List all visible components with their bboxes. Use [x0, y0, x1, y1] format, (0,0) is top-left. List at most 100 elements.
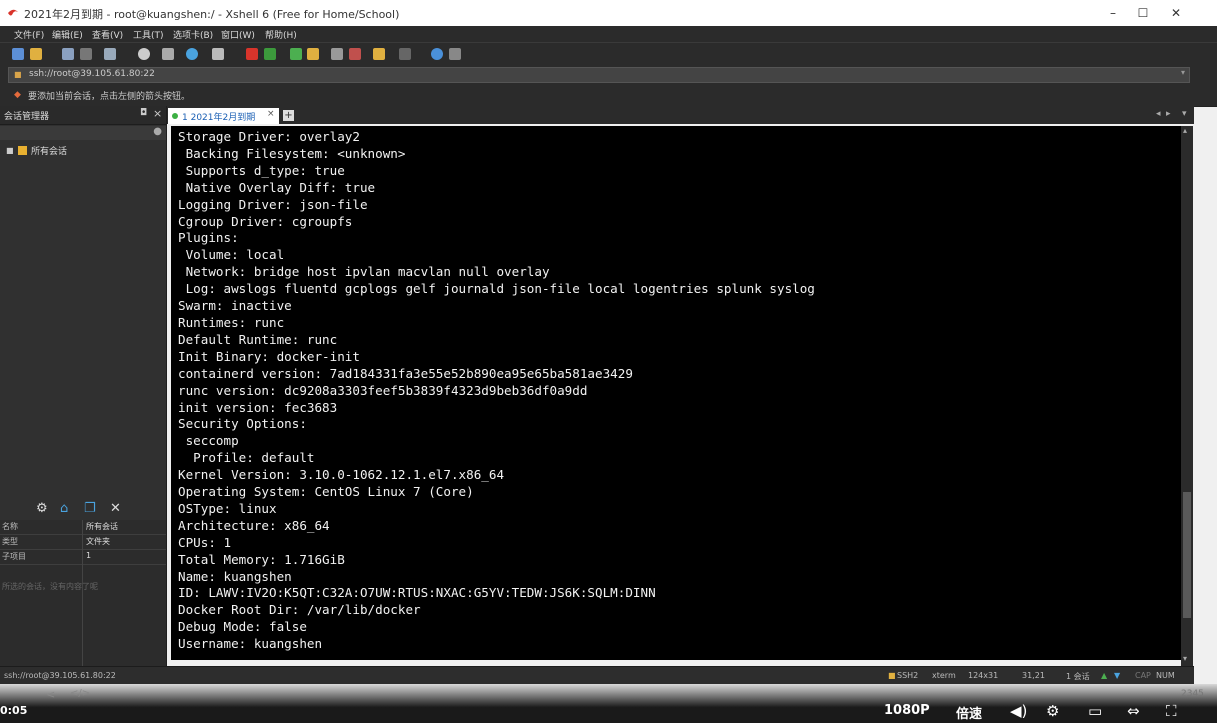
menu-window[interactable]: 窗口(W) — [221, 28, 255, 41]
settings-icon[interactable]: ⚙ — [36, 501, 48, 516]
picture-in-picture-icon[interactable]: ▭ — [1088, 702, 1102, 720]
session-manager-toolbar: ⚙ ⌂ ❐ ✕ — [0, 500, 166, 520]
chevron-down-icon[interactable]: ▾ — [1181, 68, 1185, 77]
table-row: 类型 文件夹 — [0, 535, 166, 550]
properties-icon[interactable] — [162, 48, 174, 60]
connect-icon[interactable] — [62, 48, 74, 60]
tab-next-icon[interactable]: ▸ — [1166, 109, 1171, 119]
compose-icon[interactable] — [349, 48, 361, 60]
tab-list-icon[interactable]: ▾ — [1182, 109, 1187, 119]
transfer-icon[interactable] — [104, 48, 116, 60]
disconnect-icon[interactable] — [80, 48, 92, 60]
table-row: 名称 所有会话 — [0, 520, 166, 535]
session-search-input[interactable]: ● — [0, 126, 166, 140]
column-divider — [82, 520, 83, 666]
tree-item-label: 所有会话 — [31, 147, 68, 157]
tab-label: 1 2021年2月到期 — [182, 113, 256, 123]
session-tree-item[interactable]: ■ 所有会话 — [0, 142, 166, 162]
new-session-icon[interactable] — [12, 48, 24, 60]
quality-button[interactable]: 1080P — [884, 703, 930, 718]
address-bar: ■ ssh://root@39.105.61.80:22 ▾ — [0, 64, 1217, 84]
status-num: NUM — [1156, 671, 1175, 680]
chat-icon[interactable] — [449, 48, 461, 60]
status-cursor: 31,21 — [1022, 671, 1045, 680]
hint-bar: ◆ 要添加当前会话，点击左侧的箭头按钮。 — [0, 84, 1217, 107]
pin-icon[interactable]: ◘ — [140, 108, 147, 118]
xftp-icon[interactable] — [246, 48, 258, 60]
terminal-text: Storage Driver: overlay2 Backing Filesys… — [178, 129, 815, 652]
keyboard-icon[interactable] — [331, 48, 343, 60]
viewer-count: 2345 — [1181, 689, 1204, 699]
font-icon[interactable] — [212, 48, 224, 60]
fullscreen-icon[interactable] — [290, 48, 302, 60]
tab-session-1[interactable]: 1 2021年2月到期 × — [168, 108, 279, 124]
speed-button[interactable]: 倍速 — [956, 703, 982, 722]
tunnel-icon[interactable] — [373, 48, 385, 60]
properties-table: 名称 所有会话 类型 文件夹 子项目 1 所选的会话，没有内容了呢 — [0, 520, 166, 666]
video-time: 0:05 — [0, 704, 28, 717]
property-description: 所选的会话，没有内容了呢 — [2, 582, 98, 591]
layout-icon[interactable] — [399, 48, 411, 60]
add-tab-button[interactable]: + — [283, 110, 294, 121]
menu-help[interactable]: 帮助(H) — [265, 28, 297, 41]
search-icon[interactable]: ● — [153, 126, 162, 137]
property-key: 类型 — [2, 537, 18, 546]
maximize-button[interactable]: ☐ — [1132, 3, 1154, 23]
lock-icon[interactable]: ⌂ — [60, 501, 68, 516]
settings-icon[interactable]: ⚙ — [1046, 702, 1059, 720]
upload-icon: ▲ — [1101, 671, 1108, 680]
address-input[interactable]: ■ ssh://root@39.105.61.80:22 ▾ — [8, 67, 1190, 83]
volume-icon[interactable]: ◀) — [1010, 702, 1027, 720]
help-icon[interactable] — [431, 48, 443, 60]
status-connection: ssh://root@39.105.61.80:22 — [4, 671, 116, 680]
menu-edit[interactable]: 编辑(E) — [52, 28, 83, 41]
tab-close-icon[interactable]: × — [267, 109, 275, 119]
property-value: 1 — [86, 551, 92, 560]
close-button[interactable]: ✕ — [1165, 3, 1187, 23]
status-bar: ssh://root@39.105.61.80:22 ■ SSH2 xterm … — [0, 666, 1194, 685]
scrollbar-thumb[interactable] — [1183, 492, 1191, 618]
close-panel-icon[interactable]: × — [153, 107, 162, 120]
menu-tabs[interactable]: 选项卡(B) — [173, 28, 213, 41]
minimize-button[interactable]: – — [1102, 3, 1124, 23]
connected-status-icon — [172, 113, 178, 119]
download-icon: ▼ — [1114, 671, 1121, 680]
title-bar: 2021年2月到期 - root@kuangshen:/ - Xshell 6 … — [0, 0, 1217, 27]
folder-icon — [18, 146, 27, 155]
property-key: 子项目 — [2, 552, 26, 561]
close-icon[interactable]: ✕ — [110, 501, 121, 516]
session-tab-bar: 1 2021年2月到期 × + ◂ ▸ ▾ — [167, 106, 1194, 124]
menu-tools[interactable]: 工具(T) — [133, 28, 164, 41]
property-key: 名称 — [2, 522, 18, 531]
status-terminal-type: xterm — [932, 671, 956, 680]
property-value: 文件夹 — [86, 537, 110, 546]
search-icon[interactable] — [138, 48, 150, 60]
expand-icon[interactable]: ■ — [6, 146, 14, 155]
terminal-output[interactable]: Storage Driver: overlay2 Backing Filesys… — [171, 126, 1181, 660]
session-manager-panel: 会话管理器 ◘ × ● ■ 所有会话 ⚙ ⌂ ❐ ✕ 名称 所有会话 类型 文件… — [0, 106, 167, 666]
status-cap: CAP — [1135, 671, 1151, 680]
video-player-controls: < </> 0:05 1080P 倍速 ◀) ⚙ ▭ ⇔ ⛶ 2345 — [0, 684, 1217, 723]
tab-prev-icon[interactable]: ◂ — [1156, 109, 1161, 119]
bookmark-icon: ◆ — [14, 90, 21, 100]
copy-icon[interactable]: ❐ — [84, 501, 96, 516]
table-row: 子项目 1 — [0, 550, 166, 565]
menu-file[interactable]: 文件(F) — [14, 28, 44, 41]
code-icon[interactable]: </> — [70, 688, 90, 699]
widescreen-icon[interactable]: ⇔ — [1127, 702, 1140, 720]
status-size: 124x31 — [968, 671, 999, 680]
open-folder-icon[interactable] — [30, 48, 42, 60]
scroll-up-icon[interactable]: ▴ — [1183, 126, 1187, 135]
globe-icon[interactable] — [186, 48, 198, 60]
fullscreen-icon[interactable]: ⛶ — [1166, 702, 1177, 720]
terminal-scrollbar[interactable]: ▴ ▾ — [1181, 126, 1193, 666]
menu-view[interactable]: 查看(V) — [92, 28, 123, 41]
window-title: 2021年2月到期 - root@kuangshen:/ - Xshell 6 … — [24, 8, 400, 21]
lock-icon[interactable] — [307, 48, 319, 60]
scroll-down-icon[interactable]: ▾ — [1183, 654, 1187, 663]
toolbar — [0, 42, 1217, 65]
property-value: 所有会话 — [86, 522, 118, 531]
session-manager-title: 会话管理器 — [4, 112, 50, 122]
script-icon[interactable] — [264, 48, 276, 60]
back-icon[interactable]: < — [46, 688, 55, 701]
